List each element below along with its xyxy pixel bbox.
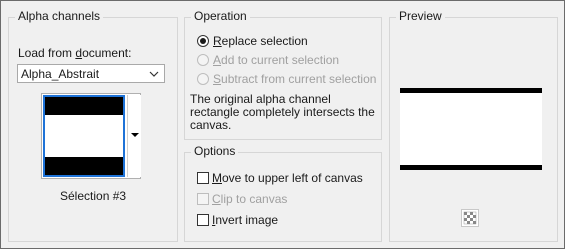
add-to-selection-radio[interactable] <box>197 54 209 66</box>
subtract-from-selection-radio[interactable] <box>197 73 209 85</box>
clip-to-canvas-checkbox[interactable] <box>197 193 209 205</box>
move-to-upper-left-label[interactable]: Move to upper left of canvas <box>212 171 363 185</box>
preview-bar-bottom <box>400 165 542 170</box>
preview-navigate-button[interactable] <box>461 209 479 227</box>
selection-name-label: Sélection #3 <box>60 189 127 203</box>
preview-canvas <box>400 88 542 170</box>
checkerboard-icon <box>463 211 477 225</box>
add-to-selection-label[interactable]: Add to current selection <box>213 53 339 67</box>
replace-selection-radio[interactable] <box>197 35 209 47</box>
operation-message: The original alpha channel rectangle com… <box>190 92 375 132</box>
operation-title: Operation <box>191 9 250 23</box>
invert-image-label[interactable]: Invert image <box>212 213 278 227</box>
clip-to-canvas-label[interactable]: Clip to canvas <box>212 192 287 206</box>
preview-bar-top <box>400 88 542 93</box>
subtract-from-selection-label[interactable]: Subtract from current selection <box>213 72 376 86</box>
preview-title: Preview <box>396 9 445 23</box>
load-from-document-label: Load from document: <box>18 46 132 60</box>
dropdown-arrow-icon <box>131 133 139 137</box>
options-title: Options <box>191 144 239 158</box>
move-to-upper-left-checkbox[interactable] <box>197 172 209 184</box>
document-select[interactable]: Alpha_Abstrait <box>17 64 165 83</box>
invert-image-checkbox[interactable] <box>197 214 209 226</box>
alpha-channels-title: Alpha channels <box>15 9 104 23</box>
chevron-down-icon <box>149 71 159 77</box>
alpha-thumbnail-picker[interactable] <box>41 93 141 179</box>
thumbnail-bar-bottom <box>45 157 123 175</box>
replace-selection-label[interactable]: Replace selection <box>213 34 308 48</box>
thumbnail-dropdown-button[interactable] <box>127 95 141 177</box>
alpha-thumbnail[interactable] <box>43 95 125 177</box>
document-select-value: Alpha_Abstrait <box>21 67 100 81</box>
thumbnail-bar-top <box>45 97 123 115</box>
